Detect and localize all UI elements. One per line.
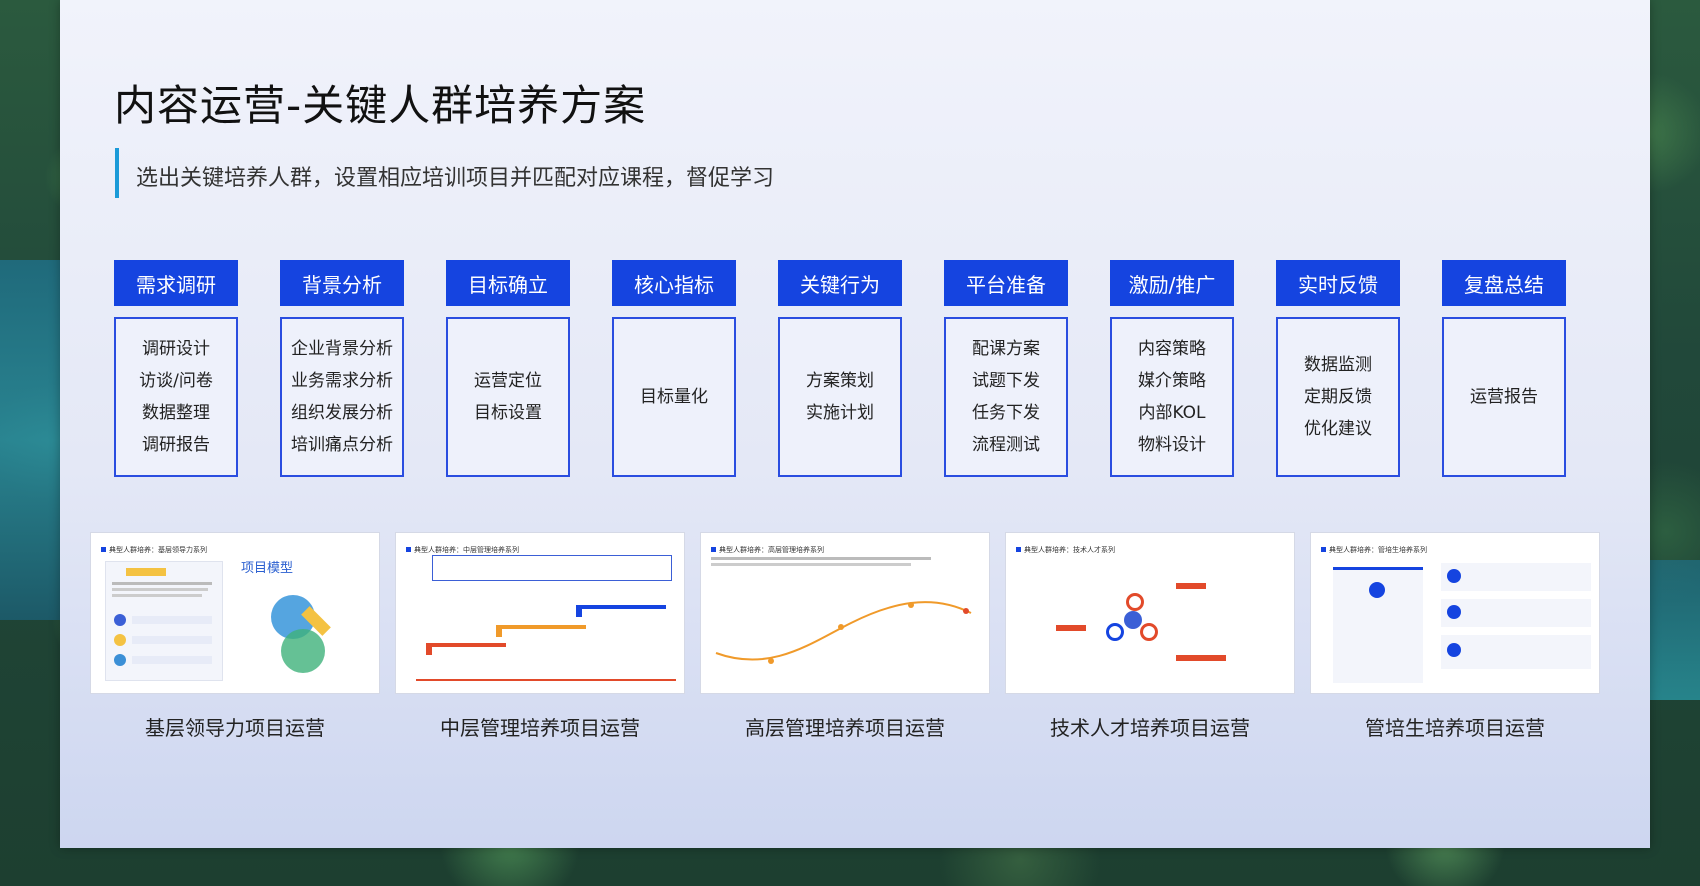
river-decoration-right bbox=[1645, 560, 1700, 700]
step-review-summary: 复盘总结 运营报告 bbox=[1442, 260, 1566, 477]
growth-curve bbox=[715, 601, 972, 664]
step-item: 目标设置 bbox=[474, 403, 542, 423]
step-item: 媒介策略 bbox=[1138, 371, 1206, 391]
step-item: 调研设计 bbox=[142, 339, 210, 359]
step-item: 运营报告 bbox=[1470, 387, 1538, 407]
thumbnail-title: 典型人群培养：技术人才系列 bbox=[1016, 545, 1115, 555]
trainee-row bbox=[1441, 563, 1591, 591]
thumbnail-heading: 项目模型 bbox=[241, 561, 294, 576]
step-item: 实施计划 bbox=[806, 403, 874, 423]
step-body: 数据监测 定期反馈 优化建议 bbox=[1276, 317, 1400, 477]
step-body: 内容策略 媒介策略 内部KOL 物料设计 bbox=[1110, 317, 1234, 477]
trainee-row bbox=[1441, 635, 1591, 669]
step-item: 企业背景分析 bbox=[291, 339, 393, 359]
step-item: 任务下发 bbox=[972, 403, 1040, 423]
step-header: 激励/推广 bbox=[1110, 260, 1234, 306]
step-item: 流程测试 bbox=[972, 435, 1040, 455]
thumbnail-management-trainee: 典型人群培养：管培生培养系列 bbox=[1310, 532, 1600, 694]
step-header: 背景分析 bbox=[280, 260, 404, 306]
step-item: 配课方案 bbox=[972, 339, 1040, 359]
step-item: 组织发展分析 bbox=[291, 403, 393, 423]
step-realtime-feedback: 实时反馈 数据监测 定期反馈 优化建议 bbox=[1276, 260, 1400, 477]
step-core-metrics: 核心指标 目标量化 bbox=[612, 260, 736, 477]
thumbnail-title: 典型人群培养：管培生培养系列 bbox=[1321, 545, 1427, 555]
step-item: 物料设计 bbox=[1138, 435, 1206, 455]
step-item: 业务需求分析 bbox=[291, 371, 393, 391]
thumbnail-middle-management: 典型人群培养：中层管理培养系列 bbox=[395, 532, 685, 694]
step-body: 方案策划 实施计划 bbox=[778, 317, 902, 477]
step-item: 定期反馈 bbox=[1304, 387, 1372, 407]
step-goal-setting: 目标确立 运营定位 目标设置 bbox=[446, 260, 570, 477]
step-header: 关键行为 bbox=[778, 260, 902, 306]
step-requirements-research: 需求调研 调研设计 访谈/问卷 数据整理 调研报告 bbox=[114, 260, 238, 477]
step-body: 运营定位 目标设置 bbox=[446, 317, 570, 477]
step-body: 目标量化 bbox=[612, 317, 736, 477]
step-item: 内部KOL bbox=[1138, 403, 1206, 423]
step-header: 核心指标 bbox=[612, 260, 736, 306]
fidget-diagram bbox=[1106, 593, 1162, 649]
step-item: 访谈/问卷 bbox=[139, 371, 213, 391]
step-item: 运营定位 bbox=[474, 371, 542, 391]
step-header: 平台准备 bbox=[944, 260, 1068, 306]
stair-step-2 bbox=[496, 625, 586, 637]
card-caption: 中层管理培养项目运营 bbox=[440, 716, 640, 740]
step-item: 方案策划 bbox=[806, 371, 874, 391]
step-body: 运营报告 bbox=[1442, 317, 1566, 477]
thumbnail-intro-box bbox=[432, 555, 672, 581]
trainee-row bbox=[1441, 599, 1591, 627]
card-caption: 高层管理培养项目运营 bbox=[745, 716, 945, 740]
step-body: 企业背景分析 业务需求分析 组织发展分析 培训痛点分析 bbox=[280, 317, 404, 477]
slide-title: 内容运营-关键人群培养方案 bbox=[114, 81, 647, 130]
thumbnail-frontline-leadership: 典型人群培养：基层领导力系列 项目模型 bbox=[90, 532, 380, 694]
stair-step-1 bbox=[426, 643, 506, 655]
arrow-baseline bbox=[416, 679, 676, 681]
step-incentive-promotion: 激励/推广 内容策略 媒介策略 内部KOL 物料设计 bbox=[1110, 260, 1234, 477]
thumbnail-technical-talent: 典型人群培养：技术人才系列 bbox=[1005, 532, 1295, 694]
step-item: 试题下发 bbox=[972, 371, 1040, 391]
step-body: 调研设计 访谈/问卷 数据整理 调研报告 bbox=[114, 317, 238, 477]
trainee-left-panel bbox=[1333, 567, 1423, 683]
card-caption: 管培生培养项目运营 bbox=[1365, 716, 1545, 740]
step-item: 目标量化 bbox=[640, 387, 708, 407]
stair-step-3 bbox=[576, 605, 666, 617]
thumbnail-text-panel bbox=[105, 561, 223, 681]
slide-subtitle: 选出关键培养人群，设置相应培训项目并匹配对应课程，督促学习 bbox=[136, 166, 775, 191]
step-item: 数据监测 bbox=[1304, 355, 1372, 375]
thumbnail-title: 典型人群培养：中层管理培养系列 bbox=[406, 545, 519, 555]
ampersand-graphic bbox=[261, 585, 331, 675]
subtitle-accent-bar bbox=[115, 148, 119, 198]
step-header: 需求调研 bbox=[114, 260, 238, 306]
step-body: 配课方案 试题下发 任务下发 流程测试 bbox=[944, 317, 1068, 477]
step-background-analysis: 背景分析 企业背景分析 业务需求分析 组织发展分析 培训痛点分析 bbox=[280, 260, 404, 477]
step-header: 实时反馈 bbox=[1276, 260, 1400, 306]
step-item: 内容策略 bbox=[1138, 339, 1206, 359]
slide-canvas: 内容运营-关键人群培养方案 选出关键培养人群，设置相应培训项目并匹配对应课程，督… bbox=[60, 0, 1650, 848]
step-header: 目标确立 bbox=[446, 260, 570, 306]
step-item: 数据整理 bbox=[142, 403, 210, 423]
thumbnail-title: 典型人群培养：基层领导力系列 bbox=[101, 545, 207, 555]
step-key-behaviors: 关键行为 方案策划 实施计划 bbox=[778, 260, 902, 477]
step-item: 培训痛点分析 bbox=[291, 435, 393, 455]
thumbnail-senior-management: 典型人群培养：高层管理培养系列 bbox=[700, 532, 990, 694]
river-decoration-left bbox=[0, 260, 60, 620]
step-header: 复盘总结 bbox=[1442, 260, 1566, 306]
card-caption: 基层领导力项目运营 bbox=[145, 716, 325, 740]
card-caption: 技术人才培养项目运营 bbox=[1050, 716, 1250, 740]
step-platform-prep: 平台准备 配课方案 试题下发 任务下发 流程测试 bbox=[944, 260, 1068, 477]
step-item: 优化建议 bbox=[1304, 419, 1372, 439]
thumbnail-title: 典型人群培养：高层管理培养系列 bbox=[711, 545, 824, 555]
step-item: 调研报告 bbox=[142, 435, 210, 455]
